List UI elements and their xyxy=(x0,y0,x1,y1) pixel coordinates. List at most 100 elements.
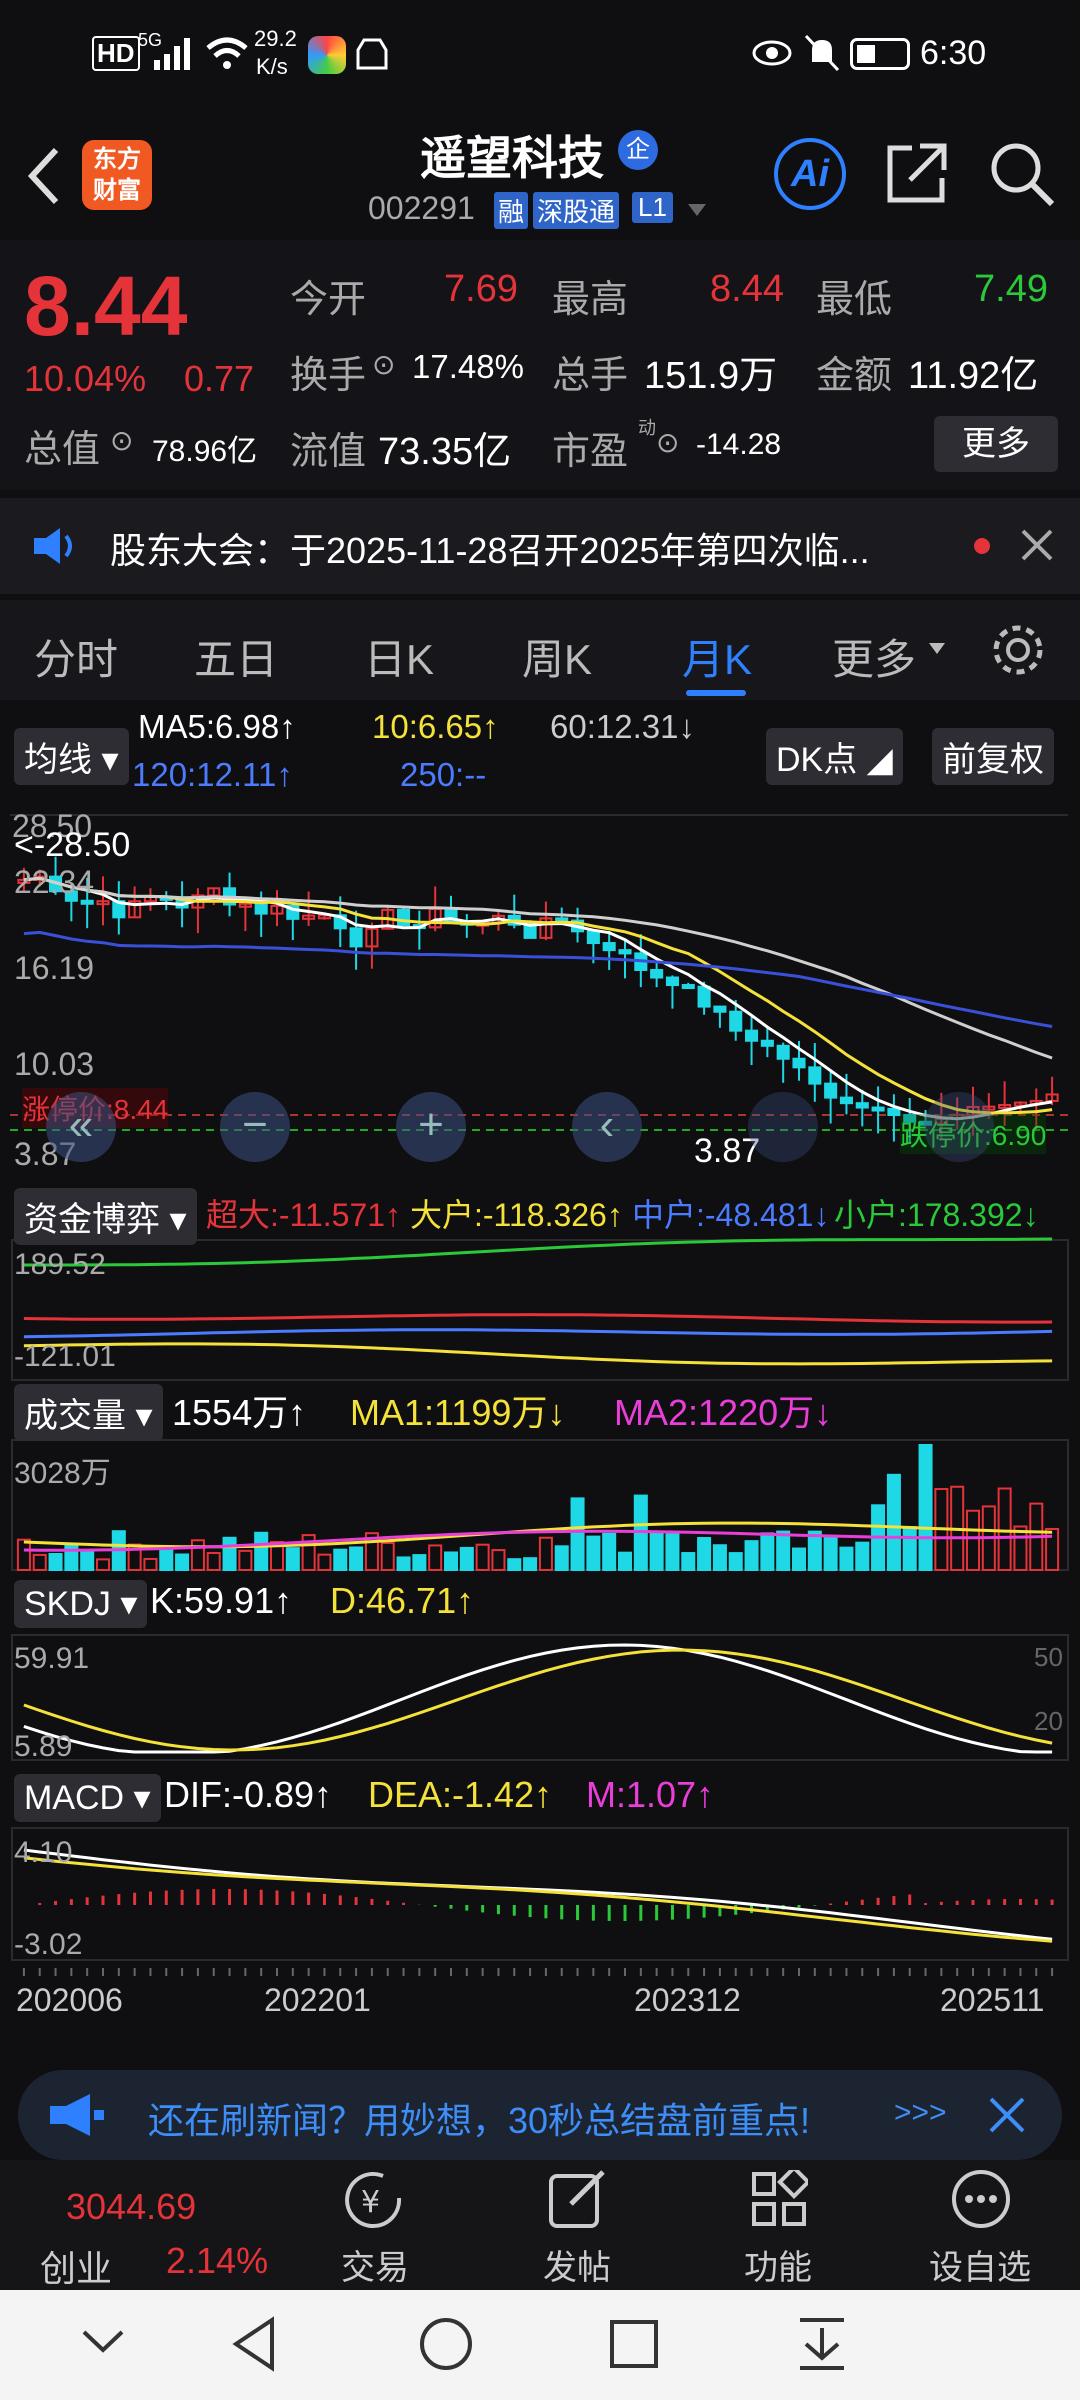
stock-code: 002291 xyxy=(368,190,475,226)
enterprise-badge: 企 xyxy=(618,130,658,170)
candle-body xyxy=(871,1106,885,1112)
kline-chart-area[interactable]: 均线 ▾ MA5:6.98↑ 10:6.65↑ 60:12.31↓ 120:12… xyxy=(0,700,1080,2050)
back-arrow-icon[interactable] xyxy=(24,146,64,206)
candle-body xyxy=(397,908,411,927)
info-icon[interactable]: ⊙ xyxy=(656,426,679,459)
candle-body xyxy=(713,1005,727,1013)
volume-bar xyxy=(760,1532,775,1572)
bag-icon xyxy=(356,38,388,70)
stock-name: 遥望科技 xyxy=(420,132,604,184)
recents-square-icon[interactable] xyxy=(608,2318,660,2370)
level-badge[interactable]: L1 xyxy=(632,192,673,223)
add-watchlist-button[interactable]: 设自选 xyxy=(910,2160,1050,2289)
fund-y-bottom: -121.01 xyxy=(14,1340,116,1373)
ai-assistant-button[interactable]: Ai xyxy=(774,138,846,210)
fund-super: 超大:-11.571↑ xyxy=(206,1197,402,1233)
notice-text[interactable]: 股东大会：于2025-11-28召开2025年第四次临... xyxy=(110,522,870,574)
skdj-tag[interactable]: SKDJ ▾ xyxy=(14,1580,148,1628)
volume-bar xyxy=(617,1551,633,1571)
mktcap-label: 总值 xyxy=(24,429,101,471)
fund-small: 小户:178.392↓ xyxy=(834,1197,1039,1233)
tab-monthly-k[interactable]: 月K xyxy=(682,626,752,687)
high-label: 最高 xyxy=(552,279,629,321)
volume-bar xyxy=(570,1497,585,1572)
status-bar: HD 5G 29.2 K/s 6:30 xyxy=(0,0,1080,110)
candle-body xyxy=(808,1066,822,1085)
volume-bar xyxy=(839,1546,854,1571)
volume-bar xyxy=(206,1552,221,1572)
amount-value: 11.92亿 xyxy=(908,355,1039,397)
volume-current: 1554万↑ xyxy=(172,1392,307,1433)
ad-banner[interactable]: 还在刷新闻？用妙想，30秒总结盘前重点! >>> xyxy=(18,2070,1062,2160)
home-circle-icon[interactable] xyxy=(418,2316,474,2372)
macd-tag[interactable]: MACD ▾ xyxy=(14,1774,161,1822)
ad-arrows[interactable]: >>> xyxy=(894,2096,947,2130)
tab-daily-k[interactable]: 日K xyxy=(364,626,434,687)
more-quote-button[interactable]: 更多 xyxy=(934,416,1058,472)
volume-value: 151.9万 xyxy=(644,355,778,397)
net-speed: 29.2 xyxy=(254,26,297,51)
chevron-down-icon[interactable] xyxy=(686,202,708,218)
volume-bar xyxy=(855,1541,870,1572)
volume-bar xyxy=(80,1549,95,1571)
search-icon[interactable] xyxy=(988,140,1056,208)
close-icon[interactable] xyxy=(988,2096,1026,2134)
edit-icon xyxy=(549,2170,605,2228)
volume-bar xyxy=(918,1444,933,1571)
volume-tag[interactable]: 成交量 ▾ xyxy=(14,1384,163,1441)
volume-label: 总手 xyxy=(552,355,629,397)
notice-bar[interactable]: 股东大会：于2025-11-28召开2025年第四次临... xyxy=(0,498,1080,594)
turnover-label: 换手 xyxy=(290,355,367,397)
step-forward-button[interactable] xyxy=(748,1092,818,1162)
volume-bar xyxy=(428,1544,443,1572)
volume-bar xyxy=(48,1552,63,1571)
download-icon[interactable] xyxy=(796,2314,848,2374)
scroll-left-button[interactable]: « xyxy=(46,1092,116,1162)
candle-body xyxy=(650,968,664,979)
skdj-ref-80: 50 xyxy=(1034,1642,1063,1672)
info-icon[interactable]: ⊙ xyxy=(372,348,395,381)
tab-more[interactable]: 更多 xyxy=(832,626,916,687)
pe-value: -14.28 xyxy=(696,428,782,461)
volume-bar xyxy=(586,1535,601,1572)
zoom-out-button[interactable]: − xyxy=(220,1092,290,1162)
turnover-value: 17.48% xyxy=(412,348,524,385)
tab-weekly-k[interactable]: 周K xyxy=(522,626,592,687)
volume-bar xyxy=(744,1540,759,1571)
fund-tag[interactable]: 资金博弈 ▾ xyxy=(14,1188,197,1245)
zoom-in-button[interactable]: + xyxy=(396,1092,466,1162)
gear-icon[interactable] xyxy=(990,622,1046,678)
chevron-down-icon[interactable] xyxy=(80,2326,126,2356)
x-tick: 202511 xyxy=(940,1982,1045,2018)
macd-y-bottom: -3.02 xyxy=(14,1928,83,1961)
index-ticker[interactable]: 3044.69 创业 2.14% xyxy=(0,2160,268,2290)
scroll-right-button[interactable] xyxy=(924,1092,994,1162)
amount-label: 金额 xyxy=(816,355,893,397)
skdj-k: K:59.91↑ xyxy=(150,1580,293,1621)
candle-body xyxy=(681,984,695,990)
candle-body xyxy=(80,899,94,905)
candle-body xyxy=(349,927,363,948)
volume-bar xyxy=(285,1547,300,1572)
info-icon[interactable]: ⊙ xyxy=(110,424,133,457)
open-label: 今开 xyxy=(290,279,367,321)
app-notification-icon xyxy=(308,36,346,74)
eastmoney-logo[interactable]: 东方 财富 xyxy=(82,140,152,210)
back-triangle-icon[interactable] xyxy=(230,2316,278,2372)
volume-bar xyxy=(143,1557,158,1571)
chart-svg xyxy=(10,814,1069,1976)
volume-bar xyxy=(712,1544,727,1571)
volume-bar xyxy=(222,1536,237,1571)
step-back-button[interactable]: ‹ xyxy=(572,1092,642,1162)
candle-body xyxy=(776,1044,790,1060)
volume-bar xyxy=(665,1533,680,1571)
trade-button[interactable]: ¥ 交易 xyxy=(305,2160,445,2289)
tab-intraday[interactable]: 分时 xyxy=(34,626,118,687)
share-icon[interactable] xyxy=(884,140,948,206)
tab-five-day[interactable]: 五日 xyxy=(194,626,278,687)
function-button[interactable]: 功能 xyxy=(708,2160,848,2289)
close-icon[interactable] xyxy=(1020,528,1054,562)
ad-text[interactable]: 还在刷新闻？用妙想，30秒总结盘前重点! xyxy=(148,2092,810,2144)
volume-bar xyxy=(791,1547,807,1572)
post-button[interactable]: 发帖 xyxy=(507,2160,647,2289)
